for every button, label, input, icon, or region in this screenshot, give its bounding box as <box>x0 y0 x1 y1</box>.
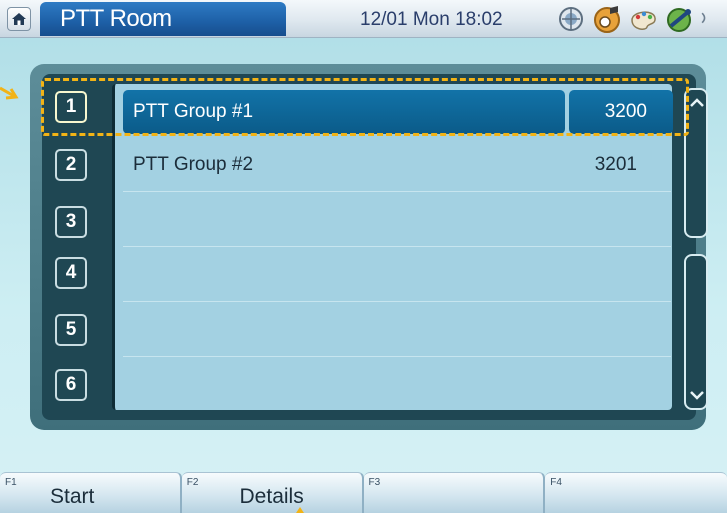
home-icon <box>12 13 26 25</box>
chevron-up-icon <box>690 98 704 107</box>
group-name: PTT Group #2 <box>133 154 254 175</box>
number-button-4[interactable]: 4 <box>55 257 87 289</box>
f3-button[interactable]: F3 <box>363 472 546 513</box>
satellite-icon <box>667 8 691 32</box>
function-key-bar: F1 Start F2 Details F3 F4 <box>0 472 727 513</box>
fkey-label: Start <box>50 485 95 508</box>
fkey-label: Details <box>239 485 304 508</box>
number-button-2[interactable]: 2 <box>55 149 87 181</box>
list-item-empty[interactable] <box>123 195 671 247</box>
group-number: 3200 <box>604 101 647 122</box>
home-button[interactable] <box>7 7 31 31</box>
list-item-empty[interactable] <box>123 250 671 302</box>
f4-button[interactable]: F4 <box>545 472 727 513</box>
f2-details-button[interactable]: F2 Details <box>181 472 364 513</box>
number-button-3[interactable]: 3 <box>55 206 87 238</box>
chevron-down-icon <box>690 391 704 400</box>
datetime-display: 12/01 Mon 18:02 <box>360 9 503 30</box>
caret-up-icon <box>296 507 304 513</box>
number-button-6[interactable]: 6 <box>55 369 87 401</box>
palette-icon <box>631 11 656 30</box>
scroll-down-button[interactable] <box>684 254 708 410</box>
globe-icon <box>559 7 583 31</box>
scroll-up-button[interactable] <box>684 88 708 238</box>
antenna-icon <box>701 12 706 24</box>
number-button-1[interactable]: 1 <box>55 91 87 123</box>
list-item-group-2[interactable]: PTT Group #2 3201 <box>123 140 671 192</box>
title-bar: PTT Room 12/01 Mon 18:02 <box>0 0 727 38</box>
number-button-5[interactable]: 5 <box>55 314 87 346</box>
group-number: 3201 <box>594 154 637 175</box>
fkey-number: F4 <box>550 477 562 488</box>
list-item-group-1[interactable]: PTT Group #1 3200 <box>123 90 673 134</box>
title-tab: PTT Room <box>40 2 286 36</box>
f1-start-button[interactable]: F1 Start <box>0 472 182 513</box>
status-icons <box>556 4 716 34</box>
list-item-empty[interactable] <box>123 305 671 357</box>
fkey-number: F3 <box>368 477 381 488</box>
page-title: PTT Room <box>60 5 172 32</box>
group-list: PTT Group #1 3200 PTT Group #2 3201 <box>112 84 673 410</box>
group-name: PTT Group #1 <box>133 101 254 122</box>
music-icon <box>594 6 620 33</box>
